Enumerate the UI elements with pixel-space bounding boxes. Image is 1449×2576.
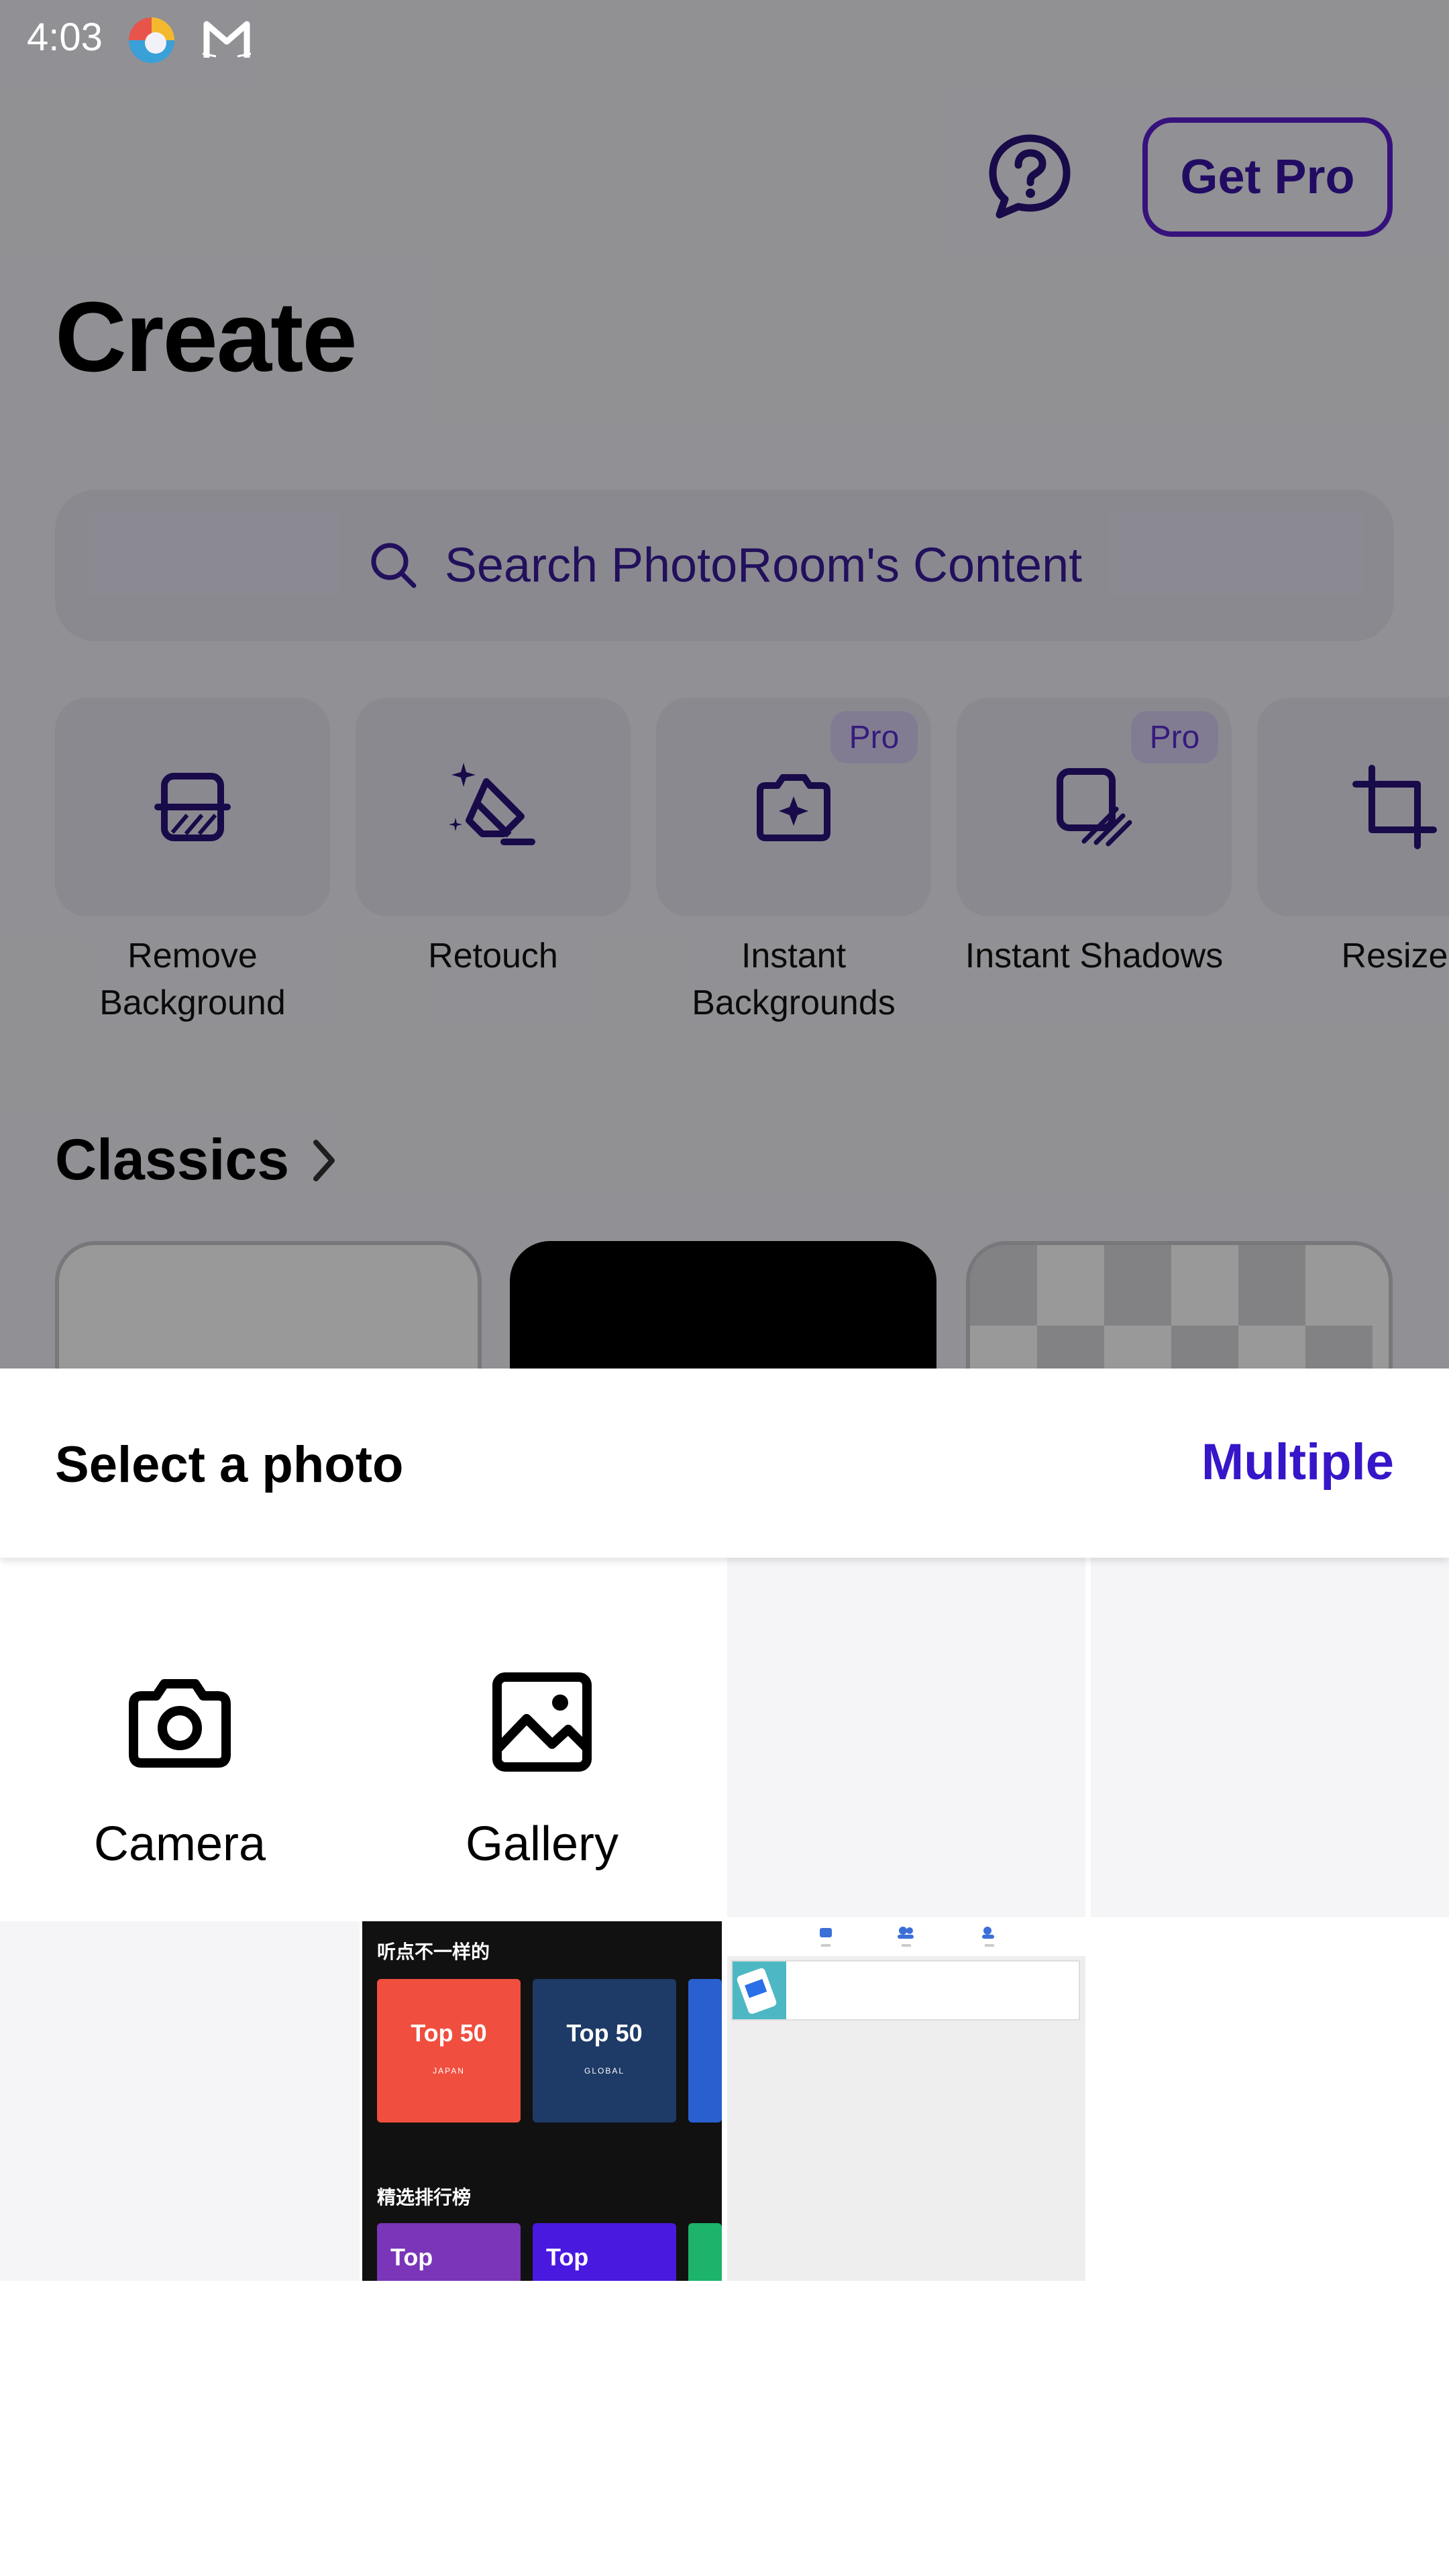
gallery-icon [492, 1672, 592, 1772]
thumb-card-partial [688, 1979, 722, 2123]
camera-icon [129, 1679, 231, 1768]
thumb-card-title: Top [546, 2243, 589, 2271]
thumb-tab-icons [820, 1927, 994, 1947]
sheet-header: Select a photo Multiple [0, 1368, 1449, 1558]
gallery-label: Gallery [465, 1817, 619, 1871]
status-time: 4:03 [27, 15, 103, 59]
thumb-card: Top [533, 2223, 676, 2281]
thumb-card: Top 50 JAPAN [377, 1979, 521, 2123]
thumb-card-title: Top [390, 2243, 433, 2271]
mail-app-icon [202, 21, 252, 58]
thumb-card-partial [688, 2223, 722, 2281]
browser-app-icon [129, 17, 174, 63]
create-screen: Get Pro Create Search PhotoRoom's Conten… [0, 0, 1449, 1368]
thumb-app-image [733, 1962, 786, 2019]
thumb-card: Top 50 GLOBAL [533, 1979, 676, 2123]
thumb-heading2: 精选排行榜 [377, 2187, 472, 2208]
thumb-card: Top [377, 2223, 521, 2281]
camera-tile[interactable]: Camera [0, 1558, 360, 1917]
thumb-heading: 听点不一样的 [377, 1941, 490, 1962]
status-bar: 4:03 [0, 0, 1449, 80]
photo-thumbnail[interactable] [727, 1558, 1085, 1917]
thumb-card-sub: JAPAN [433, 2066, 465, 2076]
photo-thumbnail-app[interactable] [727, 1921, 1085, 2281]
thumb-card-title: Top 50 [566, 2019, 643, 2047]
photo-thumbnail[interactable] [1091, 1558, 1449, 1917]
thumb-topbar [727, 1921, 1085, 1956]
multiple-button[interactable]: Multiple [1201, 1433, 1394, 1491]
gallery-tile[interactable]: Gallery [362, 1558, 722, 1917]
thumb-card-sub: GLOBAL [584, 2066, 625, 2076]
photo-thumbnail-music[interactable]: 听点不一样的 Top 50 JAPAN Top 50 GLOBAL 精选排行榜 … [362, 1921, 722, 2281]
camera-label: Camera [93, 1817, 266, 1871]
photo-picker-sheet: Select a photo Multiple Camera Gallery 听… [0, 1368, 1449, 2576]
sheet-title: Select a photo [55, 1436, 404, 1493]
screen: Get Pro Create Search PhotoRoom's Conten… [0, 0, 1449, 2576]
thumb-card [731, 1960, 1080, 2021]
photo-thumbnail[interactable] [0, 1921, 360, 2281]
thumb-card-title: Top 50 [411, 2019, 487, 2047]
dim-overlay[interactable] [0, 0, 1449, 1368]
